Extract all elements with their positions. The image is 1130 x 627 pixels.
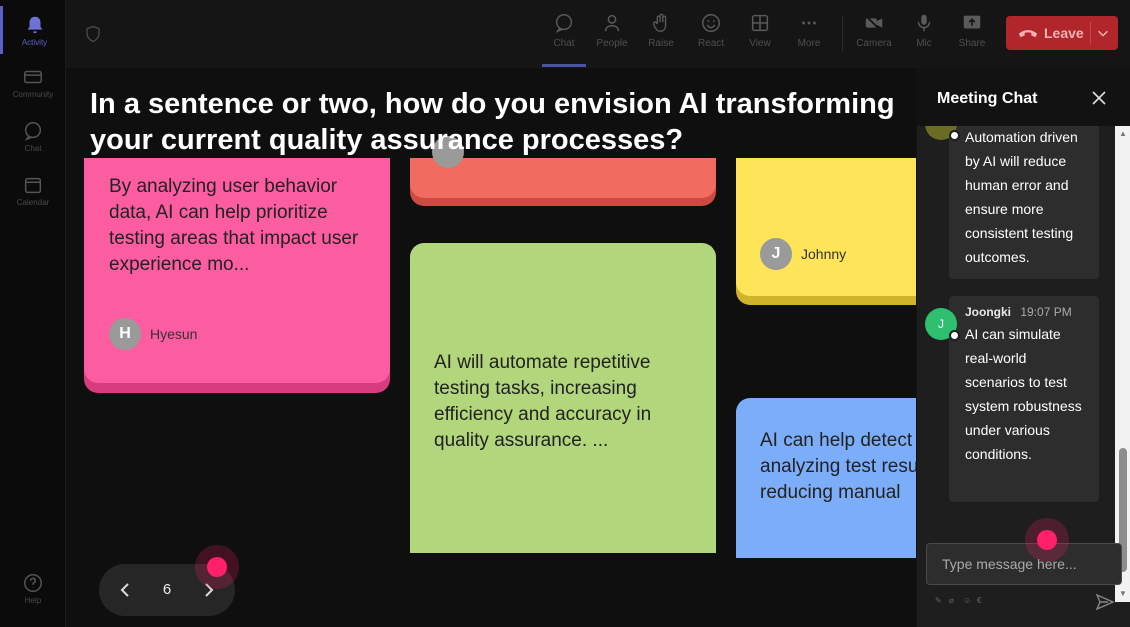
rail-item-community[interactable]: Community: [0, 58, 66, 106]
idea-card-text: AI can help detect faster by analyzing t…: [760, 430, 916, 503]
toolbar-chat-button[interactable]: Chat: [542, 10, 586, 67]
meeting-app: Activity Community Chat Calendar Help Ch…: [0, 0, 1130, 627]
idea-card-red[interactable]: [410, 136, 716, 198]
idea-card-green[interactable]: AI will automate repetitive testing task…: [410, 243, 716, 553]
chat-scrollbar[interactable]: ▲ ▼: [1115, 126, 1130, 602]
people-icon: [604, 14, 620, 32]
toolbar-more-label: More: [797, 38, 821, 49]
idea-card-pink[interactable]: By analyzing user behavior data, AI can …: [84, 158, 390, 383]
bell-icon: [27, 16, 42, 34]
attach-icon[interactable]: ⌀: [949, 596, 958, 605]
rail-label-activity: Activity: [21, 38, 48, 47]
chat-icon: [555, 14, 573, 33]
share-screen-icon: [963, 15, 981, 29]
toolbar-view-button[interactable]: View: [738, 10, 782, 62]
rail-label-chat: Chat: [24, 144, 42, 153]
toolbar-people-button[interactable]: People: [590, 10, 634, 62]
idea-board: In a sentence or two, how do you envisio…: [66, 68, 916, 627]
hang-up-phone-icon: [1018, 30, 1038, 38]
rail-item-chat[interactable]: Chat: [0, 112, 66, 160]
chat-header: Meeting Chat: [917, 68, 1130, 126]
microphone-icon: [917, 14, 931, 32]
leave-divider: [1090, 22, 1091, 44]
chat-avatar: J: [925, 308, 960, 341]
format-toolbar: ✎ ⌀ ☺ €: [935, 596, 986, 605]
avatar: J: [760, 238, 792, 270]
meeting-toolbar: Chat People Raise React View More Camera: [66, 0, 1130, 68]
toolbar-react-button[interactable]: React: [689, 10, 733, 62]
close-icon[interactable]: [1091, 90, 1107, 106]
chat-message-meta: Joongki 19:07 PM: [949, 296, 1099, 322]
help-icon: [24, 574, 42, 592]
toolbar-raise-label: Raise: [648, 38, 674, 49]
smiley-icon: [702, 14, 720, 32]
chat-message-text: Automation driven by AI will reduce huma…: [965, 129, 1078, 265]
camera-off-icon: [865, 15, 883, 32]
idea-card-author: J Johnny: [760, 238, 846, 270]
pointer-highlight: [207, 557, 227, 577]
scroll-down-arrow[interactable]: ▼: [1119, 590, 1127, 598]
status-dot: [949, 130, 960, 141]
toolbar-people-label: People: [596, 38, 628, 49]
chat-message: J Joongki 19:07 PM AI can simulate real-…: [925, 296, 1099, 502]
format-icon[interactable]: ✎: [935, 596, 944, 605]
chat-message: Automation driven by AI will reduce huma…: [925, 108, 1099, 279]
rail-item-help[interactable]: Help: [0, 564, 66, 612]
author-name: Hyesun: [150, 326, 198, 342]
toolbar-camera-label: Camera: [856, 38, 892, 49]
toolbar-mic-button[interactable]: Mic: [902, 10, 946, 62]
rail-label-community: Community: [12, 90, 54, 99]
rail-item-activity[interactable]: Activity: [0, 6, 66, 54]
toolbar-more-button[interactable]: More: [787, 10, 831, 62]
toolbar-chat-label: Chat: [553, 38, 575, 49]
gif-icon[interactable]: €: [977, 596, 986, 605]
chevron-right-icon[interactable]: [199, 580, 219, 600]
raise-hand-icon: [652, 13, 667, 32]
meeting-chat-panel: Automation driven by AI will reduce huma…: [916, 68, 1130, 627]
message-time: 19:07 PM: [1020, 305, 1072, 319]
idea-card-text: AI will automate repetitive testing task…: [434, 352, 652, 451]
author-name: Johnny: [801, 246, 847, 262]
more-dots-icon: [802, 21, 816, 25]
left-rail: Activity Community Chat Calendar Help: [0, 0, 66, 627]
leave-label: Leave: [1044, 25, 1084, 41]
status-dot: [949, 330, 960, 341]
chat-icon: [24, 122, 42, 141]
toolbar-separator: [842, 16, 843, 52]
rail-item-calendar[interactable]: Calendar: [0, 166, 66, 214]
idea-card-author: H Hyesun: [109, 318, 197, 350]
idea-card-blue[interactable]: AI can help detect faster by analyzing t…: [736, 398, 916, 558]
question-title: In a sentence or two, how do you envisio…: [90, 88, 895, 156]
emoji-icon[interactable]: ☺: [963, 596, 972, 605]
toolbar-share-button[interactable]: Share: [950, 10, 994, 62]
idea-card-yellow[interactable]: J Johnny: [736, 158, 916, 296]
avatar: H: [109, 318, 141, 350]
shield-icon: [86, 25, 100, 43]
leave-button[interactable]: Leave: [1006, 16, 1118, 50]
community-icon: [24, 70, 42, 84]
idea-card-text: By analyzing user behavior data, AI can …: [109, 176, 359, 275]
chevron-down-icon[interactable]: [1096, 26, 1110, 40]
toolbar-share-label: Share: [958, 38, 986, 49]
grid-view-icon: [751, 14, 769, 32]
avatar-initial: J: [938, 317, 944, 331]
page-number: 6: [162, 581, 172, 598]
calendar-icon: [24, 177, 42, 194]
toolbar-camera-button[interactable]: Camera: [852, 10, 896, 62]
toolbar-raise-button[interactable]: Raise: [639, 10, 683, 62]
chat-message-text: AI can simulate real-world scenarios to …: [965, 326, 1082, 462]
pointer-highlight: [1037, 530, 1057, 550]
chevron-left-icon[interactable]: [115, 580, 135, 600]
rail-label-help: Help: [24, 596, 42, 605]
toolbar-react-label: React: [697, 38, 725, 49]
send-icon[interactable]: [1095, 592, 1115, 612]
scroll-up-arrow[interactable]: ▲: [1119, 130, 1127, 138]
sender-name: Joongki: [965, 305, 1012, 319]
toolbar-view-label: View: [749, 38, 771, 49]
toolbar-mic-label: Mic: [916, 38, 932, 49]
chat-title: Meeting Chat: [937, 90, 1038, 107]
chat-message-input[interactable]: [926, 543, 1122, 585]
rail-label-calendar: Calendar: [16, 198, 50, 207]
